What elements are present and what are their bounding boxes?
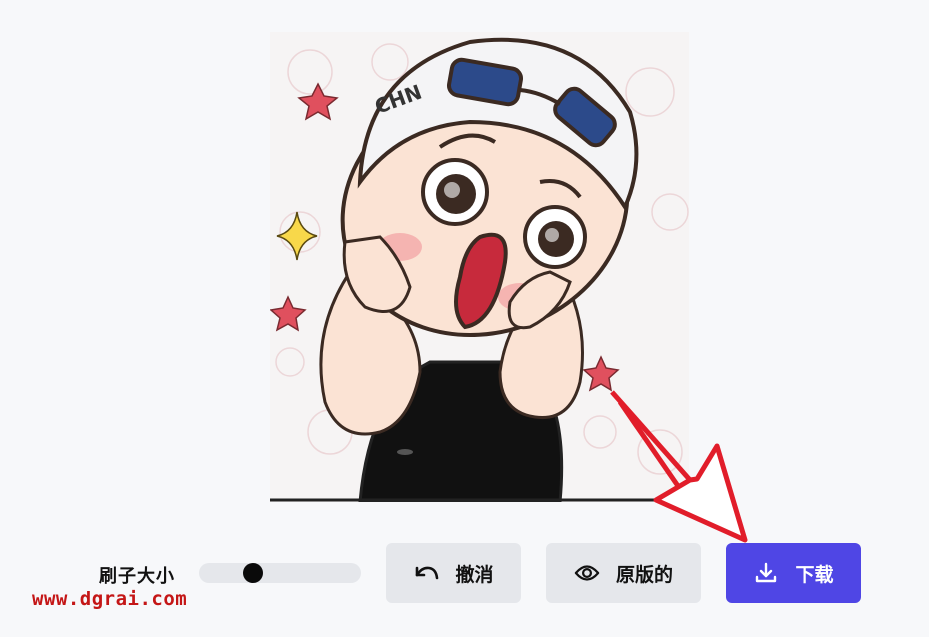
view-original-button[interactable]: 原版的 <box>546 543 701 603</box>
pink-flower-icon <box>582 355 620 392</box>
sparkle-icon <box>276 211 318 261</box>
download-icon <box>753 560 779 586</box>
download-button[interactable]: 下载 <box>726 543 861 603</box>
eye-icon <box>574 560 600 586</box>
brush-size-slider[interactable] <box>199 563 361 583</box>
pink-flower-icon <box>270 295 307 332</box>
original-label: 原版的 <box>615 563 673 586</box>
pink-flower-icon <box>297 82 339 121</box>
undo-icon <box>413 560 439 586</box>
editor-stage: CHN 刷子大小 撤消 原版的 下载 www.dgrai.com <box>0 0 929 637</box>
brush-size-slider-knob[interactable] <box>243 563 263 583</box>
image-canvas[interactable]: CHN <box>270 32 689 502</box>
undo-button[interactable]: 撤消 <box>386 543 521 603</box>
download-label: 下载 <box>795 563 834 586</box>
brush-size-label: 刷子大小 <box>99 566 175 587</box>
undo-label: 撤消 <box>455 563 494 586</box>
site-watermark: www.dgrai.com <box>32 588 188 610</box>
cartoon-swimmer-image: CHN <box>270 37 689 502</box>
